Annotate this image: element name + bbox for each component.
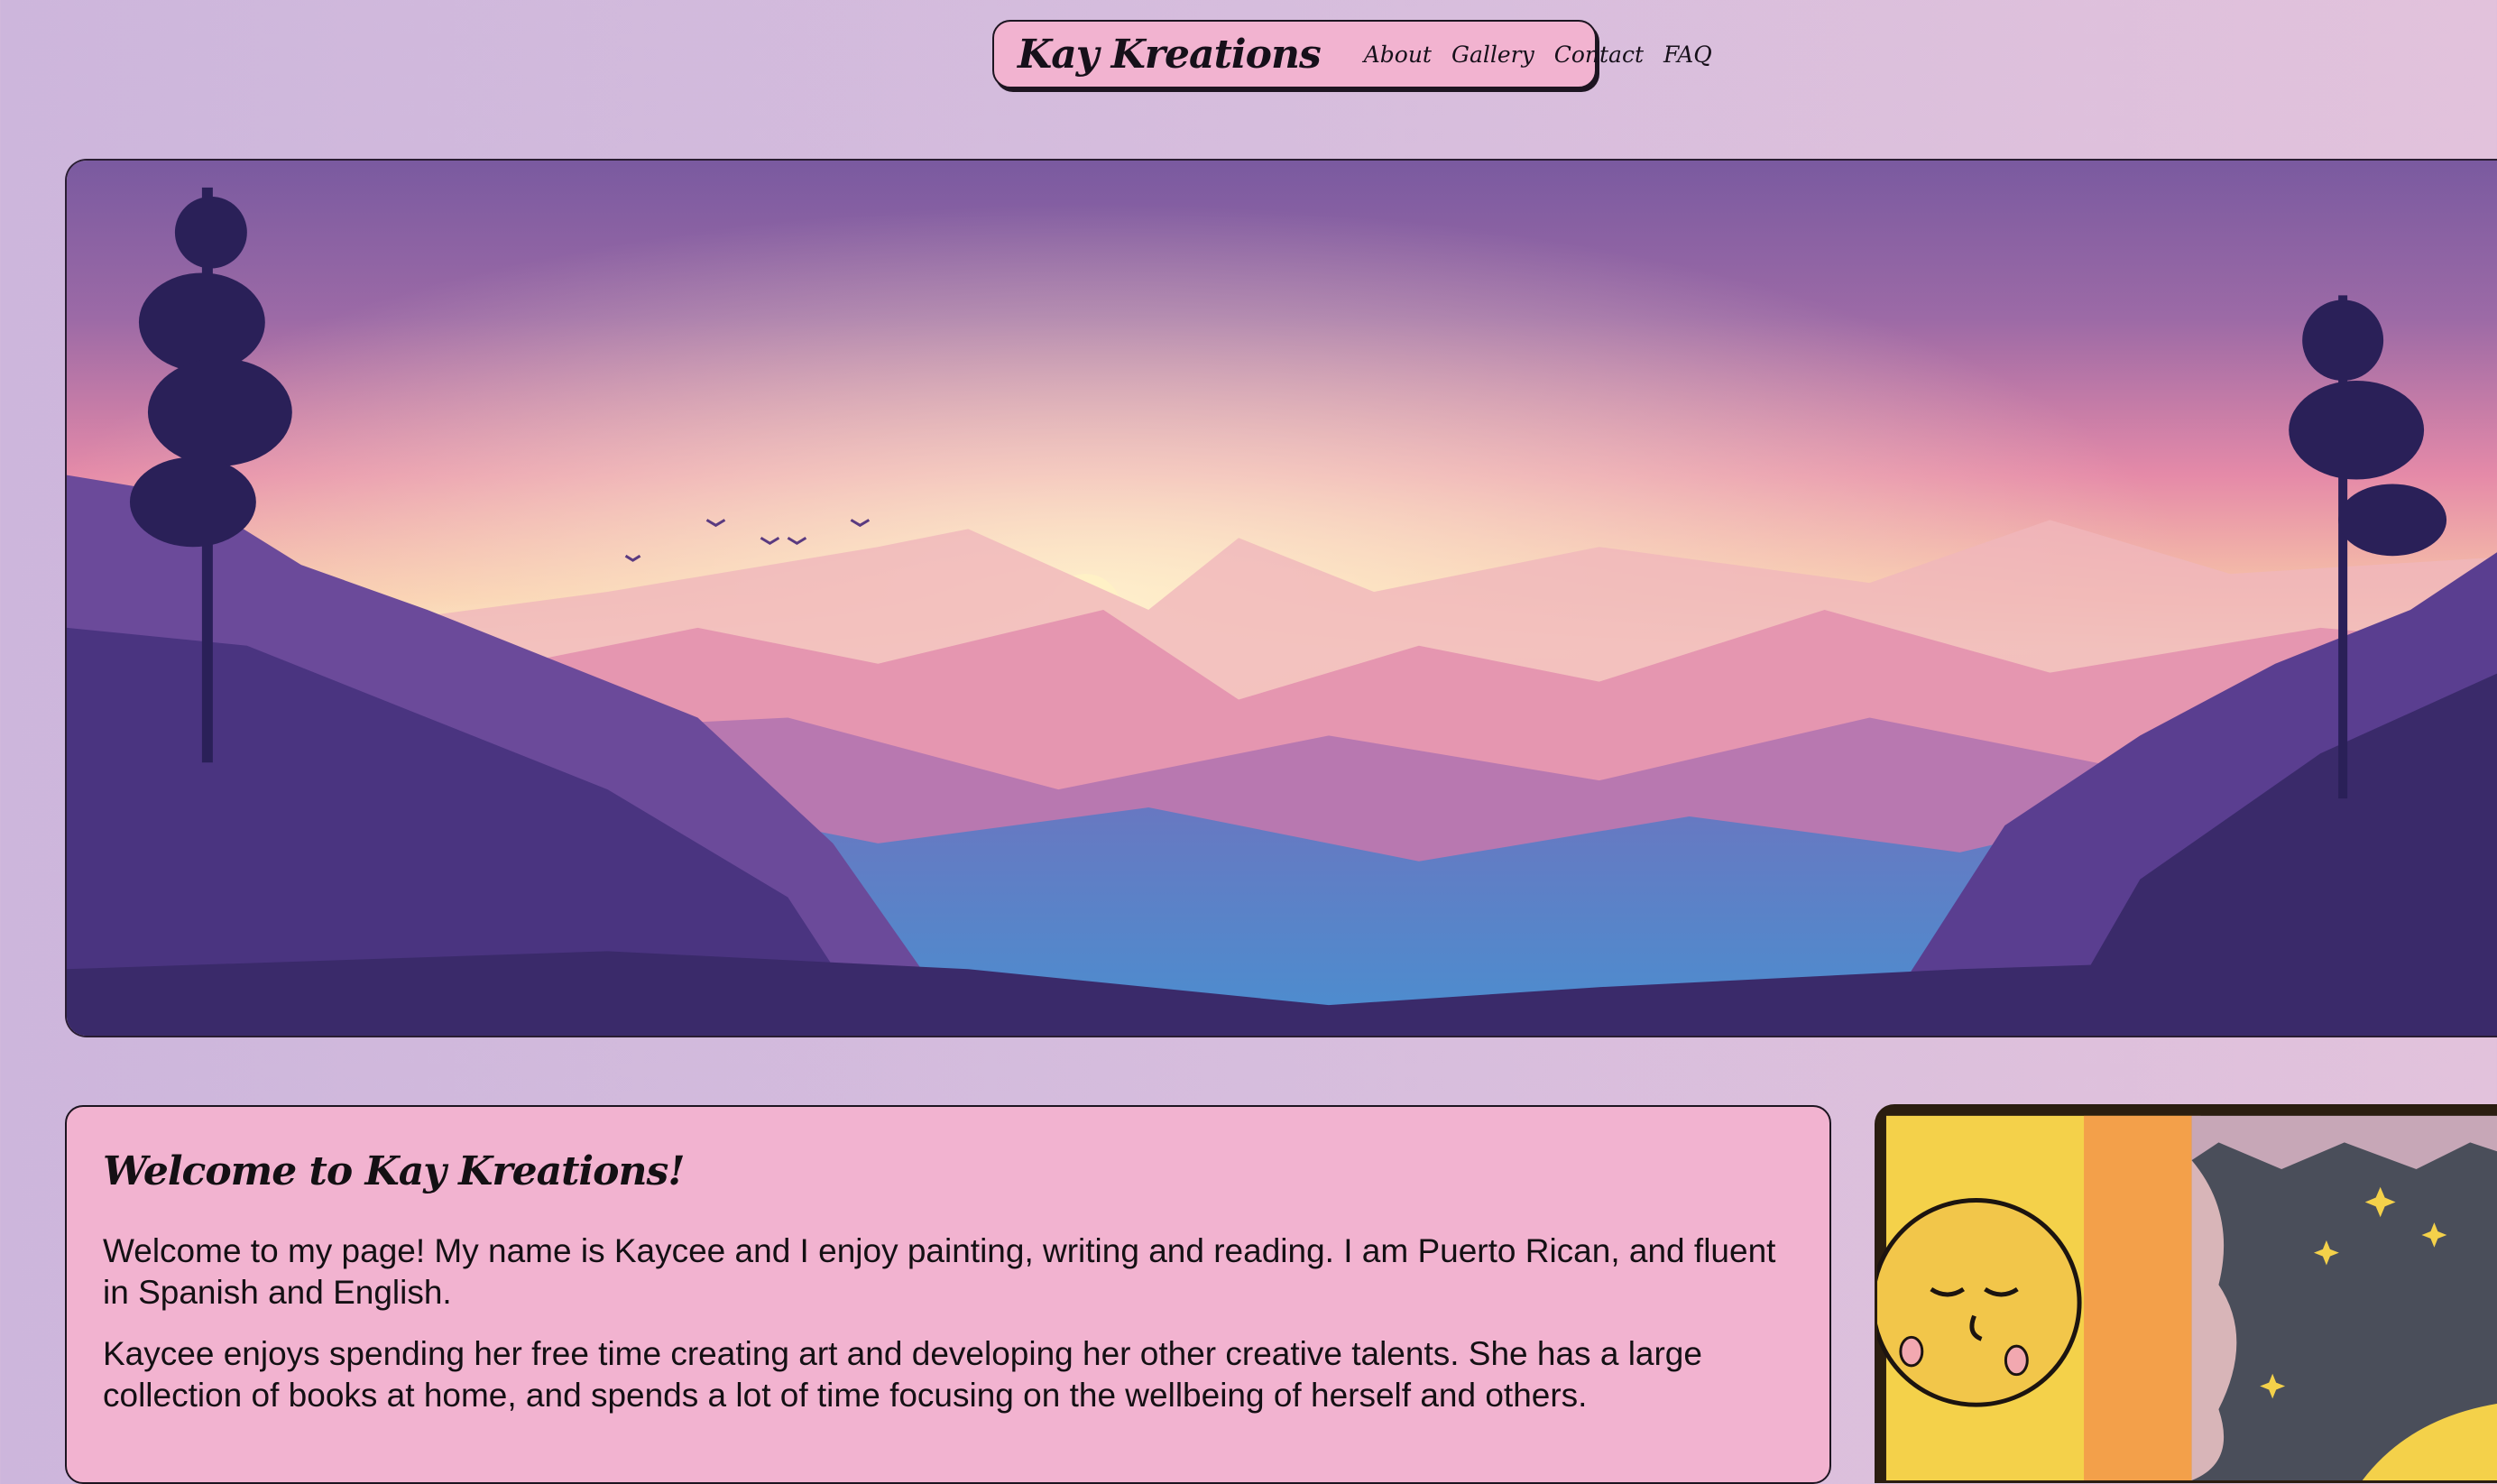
welcome-paragraph: Kaycee enjoys spending her free time cre… — [103, 1335, 1702, 1414]
welcome-title: Welcome to Kay Kreations! — [103, 1148, 686, 1194]
site-brand[interactable]: Kay Kreations — [1018, 32, 1322, 78]
welcome-card: Welcome to Kay Kreations! Welcome to my … — [65, 1105, 1831, 1484]
nav-link-about[interactable]: About — [1364, 41, 1432, 68]
sun-painting-image — [1875, 1104, 2497, 1483]
sun-painting-illustration — [1877, 1107, 2497, 1480]
welcome-paragraph: Welcome to my page! My name is Kaycee an… — [103, 1232, 1776, 1311]
nav-link-faq[interactable]: FAQ — [1663, 41, 1712, 68]
nav-link-gallery[interactable]: Gallery — [1451, 41, 1534, 68]
nav-link-contact[interactable]: Contact — [1554, 41, 1644, 68]
top-nav: Kay Kreations About Gallery Contact FAQ — [992, 20, 1712, 88]
hero-banner-image — [65, 159, 2497, 1037]
landscape-illustration — [67, 161, 2497, 1036]
